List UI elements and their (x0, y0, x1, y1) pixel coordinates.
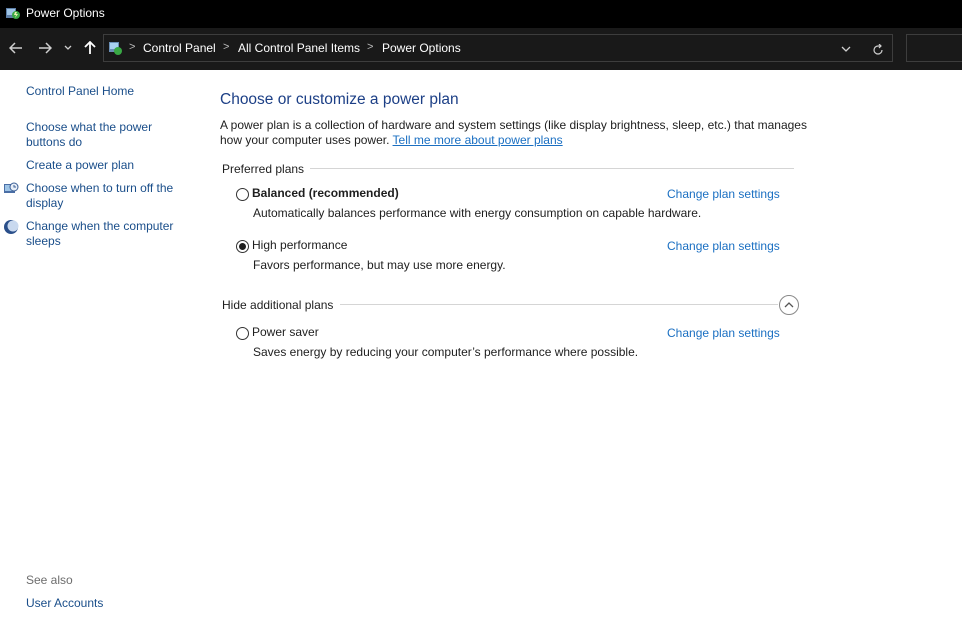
plan-description-power-saver: Saves energy by reducing your computer’s… (253, 345, 639, 359)
display-clock-icon (4, 182, 19, 193)
address-dropdown-chevron-down-icon[interactable] (838, 39, 854, 56)
preferred-plans-header: Preferred plans (222, 162, 311, 176)
plan-description-balanced: Automatically balances performance with … (253, 206, 702, 220)
sidebar-item-computer-sleeps[interactable]: Change when the computer sleeps (26, 219, 191, 249)
collapse-chevron-up-icon[interactable] (779, 295, 799, 315)
breadcrumb-power-options[interactable]: Power Options (382, 41, 461, 55)
see-also-label: See also (26, 573, 73, 587)
change-plan-settings-high-performance-link[interactable]: Change plan settings (667, 239, 780, 253)
learn-more-link[interactable]: Tell me more about power plans (393, 133, 563, 147)
divider (340, 304, 778, 305)
address-bar[interactable]: > Control Panel > All Control Panel Item… (103, 34, 893, 62)
refresh-icon[interactable] (870, 39, 886, 59)
up-arrow-icon[interactable] (80, 36, 100, 60)
intro-paragraph: A power plan is a collection of hardware… (220, 118, 810, 148)
radio-balanced[interactable] (236, 188, 249, 201)
search-input[interactable] (906, 34, 962, 62)
title-bar: Power Options (0, 0, 962, 28)
page-title: Choose or customize a power plan (220, 91, 459, 108)
forward-arrow-icon[interactable] (35, 36, 55, 60)
plan-name-balanced[interactable]: Balanced (recommended) (252, 186, 399, 200)
sleep-moon-icon (4, 220, 19, 234)
navigation-bar: > Control Panel > All Control Panel Item… (0, 28, 962, 70)
hide-additional-plans-header[interactable]: Hide additional plans (222, 298, 340, 312)
control-panel-icon (109, 42, 122, 55)
power-options-app-icon (6, 8, 20, 19)
change-plan-settings-power-saver-link[interactable]: Change plan settings (667, 326, 780, 340)
radio-high-performance[interactable] (236, 240, 249, 253)
plan-description-high-performance: Favors performance, but may use more ene… (253, 258, 506, 272)
back-arrow-icon[interactable] (6, 36, 26, 60)
breadcrumb-separator: > (223, 41, 230, 53)
sidebar-control-panel-home[interactable]: Control Panel Home (26, 84, 191, 99)
window-title: Power Options (26, 6, 105, 20)
change-plan-settings-balanced-link[interactable]: Change plan settings (667, 187, 780, 201)
sidebar-item-create-power-plan[interactable]: Create a power plan (26, 158, 191, 173)
radio-power-saver[interactable] (236, 327, 249, 340)
recent-locations-chevron-down-icon[interactable] (60, 36, 76, 60)
see-also-user-accounts-link[interactable]: User Accounts (26, 596, 103, 610)
sidebar-item-power-buttons[interactable]: Choose what the power buttons do (26, 120, 191, 150)
breadcrumb-separator: > (129, 41, 136, 53)
breadcrumb-all-control-panel-items[interactable]: All Control Panel Items (238, 41, 360, 55)
divider (300, 168, 794, 169)
sidebar-item-turn-off-display[interactable]: Choose when to turn off the display (26, 181, 191, 211)
breadcrumb-separator: > (367, 41, 374, 53)
sidebar: Control Panel Home Choose what the power… (0, 70, 200, 621)
plan-name-high-performance[interactable]: High performance (252, 238, 347, 252)
plan-name-power-saver[interactable]: Power saver (252, 325, 319, 339)
breadcrumb-control-panel[interactable]: Control Panel (143, 41, 216, 55)
